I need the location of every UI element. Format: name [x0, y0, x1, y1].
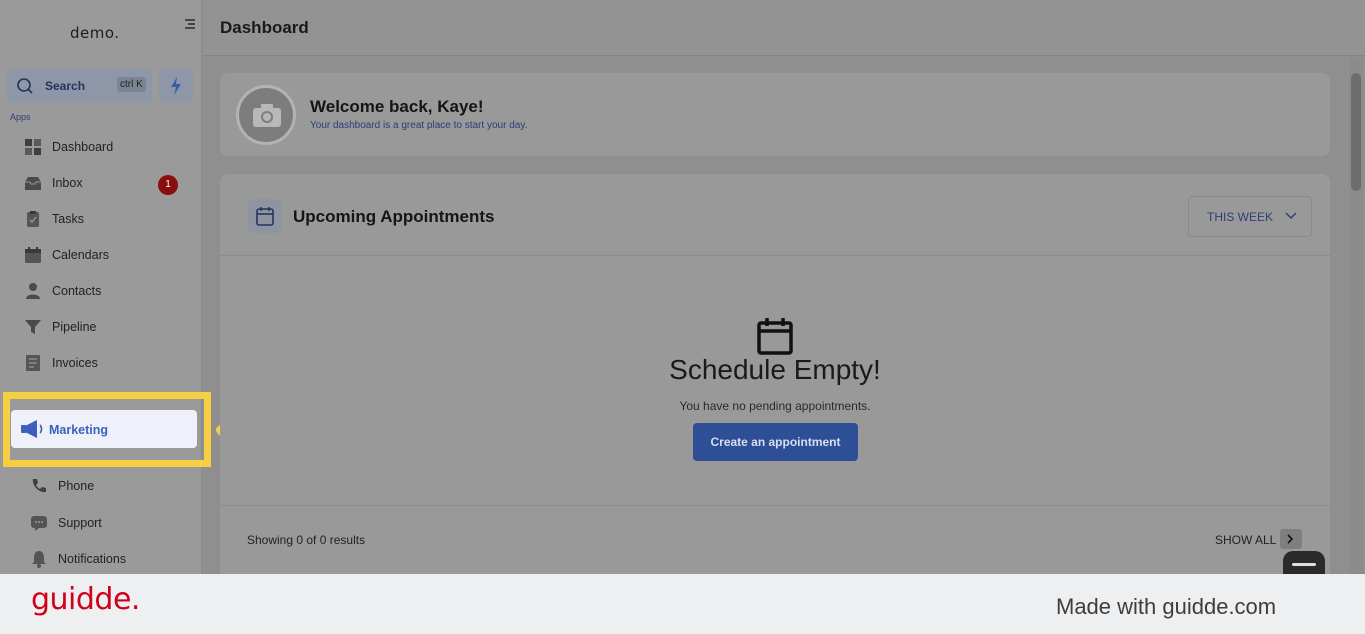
results-count: Showing 0 of 0 results	[247, 533, 366, 547]
sidebar-item-inbox[interactable]: Inbox	[24, 172, 83, 194]
sidebar-item-label: Notifications	[58, 552, 127, 566]
calendar-icon	[256, 207, 274, 226]
time-range-select[interactable]: THIS WEEK	[1188, 196, 1312, 237]
support-icon	[31, 516, 47, 531]
empty-state-subtitle: You have no pending appointments.	[679, 399, 871, 413]
sidebar-item-support[interactable]: Support	[30, 512, 102, 534]
collapse-menu-icon[interactable]	[182, 17, 196, 31]
sidebar-item-label: Contacts	[52, 284, 102, 298]
invoices-icon	[26, 355, 40, 371]
card-divider	[220, 255, 1330, 256]
dashboard-icon	[25, 139, 41, 155]
page-title: Dashboard	[220, 18, 309, 37]
search-label: Search	[45, 79, 86, 93]
show-all-link[interactable]: SHOW ALL	[1215, 533, 1276, 547]
scrollbar-thumb[interactable]	[1351, 73, 1361, 191]
page-scrollbar[interactable]	[1349, 57, 1363, 574]
welcome-subtitle: Your dashboard is a great place to start…	[310, 120, 528, 131]
apps-section-label: Apps	[10, 112, 31, 122]
sidebar-item-notifications[interactable]: Notifications	[30, 548, 126, 570]
sidebar-item-label: Marketing	[49, 423, 109, 437]
phone-icon	[32, 479, 46, 493]
guidde-logo: guidde.	[31, 582, 140, 617]
card-divider	[220, 505, 1330, 506]
sidebar-item-pipeline[interactable]: Pipeline	[24, 316, 96, 338]
lightning-icon	[171, 77, 181, 95]
sidebar-item-label: Pipeline	[52, 320, 97, 334]
camera-icon	[253, 104, 281, 127]
sidebar-item-label: Dashboard	[52, 140, 114, 154]
made-with-text: Made with guidde.com	[1056, 594, 1277, 619]
sidebar-item-label: Invoices	[52, 356, 98, 370]
sidebar-item-label: Calendars	[52, 248, 109, 262]
appointments-title: Upcoming Appointments	[293, 207, 495, 226]
search-shortcut: ctrl K	[117, 77, 146, 92]
app-logo[interactable]: demo.	[70, 24, 120, 42]
time-range-value: THIS WEEK	[1207, 210, 1274, 224]
search-button[interactable]: Search ctrl K	[7, 69, 152, 103]
chevron-right-icon	[1287, 534, 1294, 544]
sidebar-item-label: Support	[58, 516, 102, 530]
contacts-icon	[26, 283, 40, 299]
sidebar: demo. Search ctrl K Apps Dashboard Inbox…	[0, 0, 202, 574]
create-appointment-button[interactable]: Create an appointment	[693, 423, 858, 461]
sidebar-item-dashboard[interactable]: Dashboard	[24, 136, 113, 158]
avatar[interactable]	[236, 85, 296, 145]
chat-widget-icon	[1292, 563, 1316, 566]
search-icon	[17, 78, 33, 94]
empty-calendar-icon	[757, 318, 793, 355]
inbox-unread-badge: 1	[158, 175, 178, 195]
welcome-card: Welcome back, Kaye! Your dashboard is a …	[220, 73, 1330, 156]
sidebar-item-contacts[interactable]: Contacts	[24, 280, 101, 302]
inbox-icon	[25, 177, 41, 190]
guidde-footer: guidde. Made with guidde.com	[0, 574, 1365, 634]
sidebar-item-phone[interactable]: Phone	[30, 475, 94, 497]
sidebar-item-marketing[interactable]: Marketing	[11, 410, 197, 448]
show-all-button[interactable]	[1280, 529, 1302, 549]
sidebar-item-tasks[interactable]: Tasks	[24, 208, 84, 230]
sidebar-item-label: Inbox	[52, 176, 83, 190]
quick-actions-button[interactable]	[159, 69, 193, 103]
sidebar-item-invoices[interactable]: Invoices	[24, 352, 98, 374]
chevron-down-icon	[1285, 212, 1297, 220]
top-bar: Dashboard	[203, 0, 1365, 56]
sidebar-item-calendars[interactable]: Calendars	[24, 244, 109, 266]
welcome-title: Welcome back, Kaye!	[310, 97, 484, 116]
bell-icon	[32, 551, 46, 568]
appointments-card: Upcoming Appointments THIS WEEK Schedule…	[220, 174, 1330, 574]
pipeline-icon	[25, 320, 41, 334]
calendar-icon	[25, 247, 41, 263]
sidebar-item-label: Tasks	[52, 212, 84, 226]
appointments-icon-box	[248, 199, 282, 233]
empty-state-title: Schedule Empty!	[669, 354, 881, 385]
sidebar-item-label: Phone	[58, 479, 95, 493]
megaphone-icon	[21, 420, 43, 438]
tasks-icon	[27, 211, 39, 227]
